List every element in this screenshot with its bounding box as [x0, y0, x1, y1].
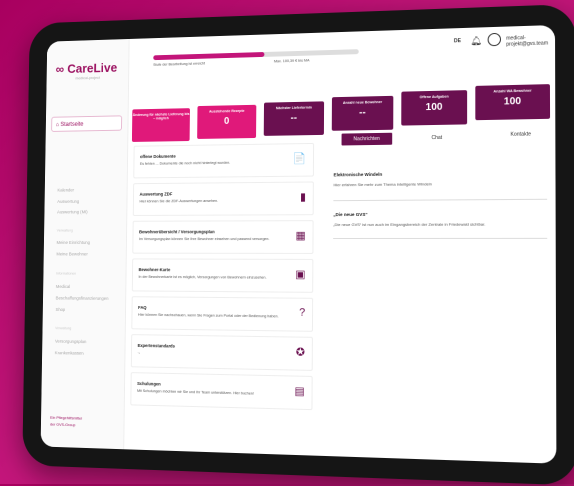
carelive-logo[interactable]: ∞ CareLive — [56, 60, 118, 76]
document-icon: 📄 — [292, 152, 307, 165]
item-title: offene Dokumente — [140, 153, 176, 160]
sidebar-item[interactable]: Auswertung (MI) — [57, 209, 88, 214]
sidebar-item[interactable]: Auswertung — [57, 199, 79, 204]
tab-chat[interactable]: Chat — [431, 135, 442, 141]
app-screen: ∞ CareLive medical-project ⌂ Startseite … — [40, 24, 557, 464]
sidebar-item[interactable]: Meine Bewohner — [56, 252, 87, 257]
progress-fill — [153, 52, 265, 61]
card-value: 100 — [503, 95, 522, 108]
item-title: FAQ — [138, 305, 147, 310]
item-title: Bewohner-Karte — [138, 267, 171, 273]
progress-left-label: Stufe der Bearbeitung ist erreicht — [153, 61, 206, 67]
chart-icon: ▮ — [299, 191, 306, 204]
item-desc: -- — [137, 350, 140, 355]
card-value: 100 — [425, 101, 443, 114]
item-title: Bewohnerübersicht / Versorgungsplan — [139, 229, 215, 235]
news-desc: Hier erfahren Sie mehr zum Thema intelli… — [333, 181, 432, 188]
sidebar-item[interactable]: Kalender — [57, 188, 74, 193]
summary-card[interactable]: Anzahl WA Bewohner 100 — [475, 84, 551, 121]
feature-list-item[interactable]: FAQ Hier können Sie nachschauen, wenn Sie… — [131, 296, 314, 332]
budget-progress-bar — [153, 49, 359, 61]
calendar-icon: ▦ — [295, 230, 306, 243]
avatar[interactable] — [487, 32, 501, 47]
item-title: Schulungen — [137, 381, 161, 387]
sidebar-item[interactable]: Medical — [56, 284, 70, 289]
item-title: Expertenstandards — [137, 342, 175, 349]
sidebar-section-label: Verwaltung — [56, 228, 73, 233]
card-value — [132, 123, 190, 124]
sidebar-section-label: Verwaltung — [55, 326, 72, 331]
home-icon: ⌂ — [55, 122, 60, 129]
summary-cards: Änderung für nächste Lieferung bis ~ mög… — [131, 78, 555, 142]
feature-list-item[interactable]: Schulungen Mit Schulungen möchten wir Sie… — [130, 372, 313, 411]
item-desc: In der Bewohnerkarte ist es möglich, Ver… — [138, 274, 267, 280]
language-selector[interactable]: DE — [454, 38, 461, 44]
feature-list-item[interactable]: Bewohner-Karte In der Bewohnerkarte ist e… — [131, 258, 314, 293]
news-panel: Nachrichten Chat Kontakte Elektronische … — [322, 126, 553, 297]
footer-line-1[interactable]: Ein Pflegehilfsmittel — [50, 415, 82, 421]
tab-nachrichten[interactable]: Nachrichten — [341, 132, 392, 146]
summary-card[interactable]: Offene Aufgaben 100 — [401, 90, 468, 126]
id-card-icon: ▣ — [295, 268, 306, 281]
feature-list-item[interactable]: Bewohnerübersicht / Versorgungsplan Im Ve… — [132, 220, 314, 254]
feature-list: offene Dokumente Es fehlen ... Dokumente … — [130, 142, 315, 411]
sidebar-item-label: Startseite — [60, 121, 84, 128]
news-desc: „Die neue GVS“ ist nun auch im Eingangsb… — [333, 221, 486, 228]
card-title: Anzahl neue Bewohner — [342, 100, 383, 105]
training-icon: ▤ — [294, 385, 305, 398]
footer-line-2[interactable]: der GVS-Group — [50, 422, 75, 428]
news-title[interactable]: „Die neue GVS“ — [333, 212, 367, 217]
sidebar-item-startseite[interactable]: ⌂ Startseite — [51, 115, 123, 132]
logo-text: CareLive — [67, 60, 118, 76]
logo-icon: ∞ — [55, 61, 65, 77]
sidebar-section-label: Informationen — [56, 271, 77, 276]
item-desc: Hier können Sie nachschauen, wenn Sie Fr… — [137, 312, 279, 319]
feature-list-item[interactable]: offene Dokumente Es fehlen ... Dokumente … — [133, 142, 315, 179]
item-desc: Mit Schulungen möchten wir Sie und Ihr T… — [137, 388, 254, 396]
summary-card[interactable]: Anzahl neue Bewohner -- — [331, 95, 394, 131]
card-value: -- — [359, 107, 366, 119]
top-bar: Stufe der Bearbeitung ist erreicht Max. … — [133, 25, 555, 77]
sidebar-item[interactable]: Meine Einrichtung — [57, 240, 90, 245]
faq-icon: ? — [299, 306, 306, 319]
card-title: Ausstehende Rezepte — [209, 108, 245, 114]
card-title: Nächster Liefertermin — [275, 105, 312, 111]
item-title: Auswertung ZDF — [139, 191, 173, 197]
sidebar-item[interactable]: Krankenkassen — [55, 350, 84, 355]
sidebar-item[interactable]: Shop — [55, 307, 65, 312]
summary-card[interactable]: Ausstehende Rezepte 0 — [197, 104, 257, 139]
item-desc: Es fehlen ... Dokumente die noch nicht h… — [139, 160, 231, 166]
card-title: Änderung für nächste Lieferung bis ~ mög… — [132, 112, 190, 121]
feature-list-item[interactable]: Auswertung ZDF Hier können Sie die ZDF-Au… — [132, 181, 314, 216]
logo-subtitle: medical-project — [75, 74, 101, 81]
news-title[interactable]: Elektronische Windeln — [333, 172, 382, 177]
award-icon: ✪ — [295, 346, 305, 359]
card-value: -- — [290, 112, 298, 124]
feature-list-item[interactable]: Expertenstandards -- ✪ — [130, 334, 313, 371]
summary-card[interactable]: Änderung für nächste Lieferung bis ~ mög… — [131, 108, 190, 142]
sidebar-item[interactable]: Beschaffungsfinanzierungen — [56, 296, 109, 301]
sidebar-item[interactable]: Versorgungsplan — [55, 339, 86, 344]
news-divider — [333, 198, 548, 202]
card-title: Offene Aufgaben — [419, 94, 449, 100]
tab-kontakte[interactable]: Kontakte — [510, 131, 531, 137]
tablet-frame: ∞ CareLive medical-project ⌂ Startseite … — [22, 3, 574, 486]
card-title: Anzahl WA Bewohner — [493, 88, 532, 94]
user-email[interactable]: medical-projekt@gvs.team — [506, 34, 555, 48]
bell-icon[interactable]: 🔔︎ — [470, 35, 482, 46]
item-desc: Hier können Sie die ZDF-Auswertungen ans… — [139, 198, 219, 204]
summary-card[interactable]: Nächster Liefertermin -- — [263, 101, 325, 136]
item-desc: Im Versorgungsplan können Sie Ihre Bewoh… — [138, 237, 270, 242]
progress-right-label: Max. 100,39 € bis MA — [273, 58, 310, 64]
card-value: 0 — [223, 116, 230, 127]
sidebar: ∞ CareLive medical-project ⌂ Startseite … — [40, 38, 130, 450]
news-divider — [333, 237, 548, 240]
